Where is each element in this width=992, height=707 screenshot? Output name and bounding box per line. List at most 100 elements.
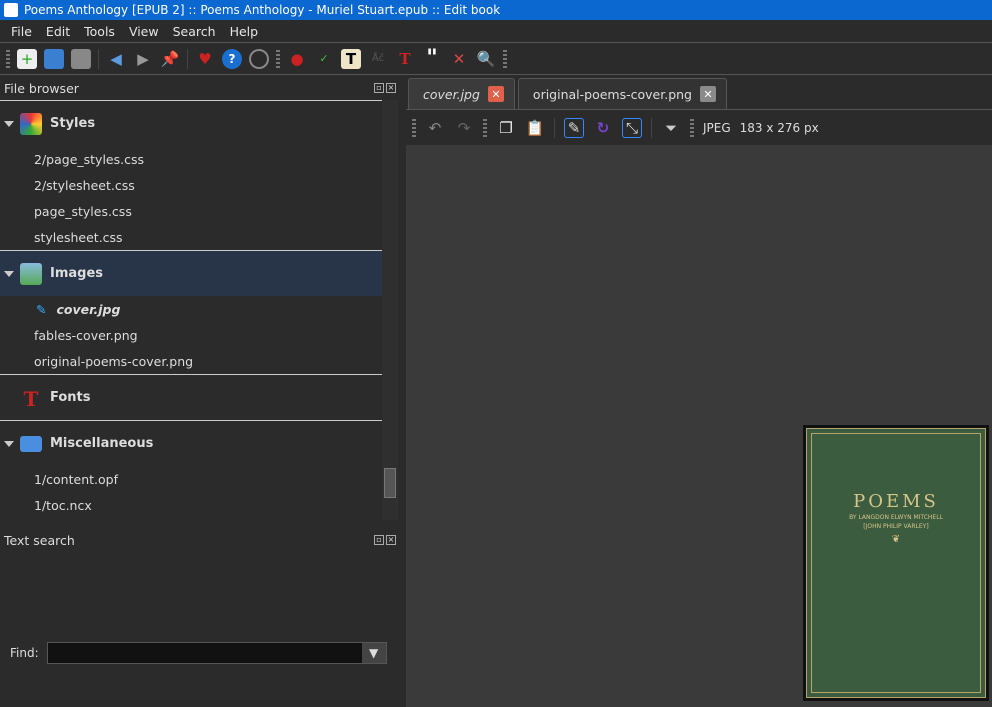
group-styles[interactable]: Styles: [0, 100, 382, 146]
toolbar-grip[interactable]: [6, 49, 10, 68]
expand-icon[interactable]: [4, 270, 14, 277]
main-toolbar: + ◀ ▶ 📌 ♥ ? ● ✓ T Åč T " ✕ 🔍: [0, 42, 992, 75]
check-book-icon[interactable]: ●: [287, 49, 307, 69]
transliterate-icon[interactable]: Åč: [368, 49, 388, 69]
item-label: cover.jpg: [56, 301, 121, 317]
title-bar: Poems Anthology [EPUB 2] :: Poems Anthol…: [0, 0, 992, 20]
separator: [98, 48, 99, 69]
close-icon[interactable]: ✕: [487, 86, 504, 102]
pencil-icon: ✎: [36, 301, 47, 317]
separator: [187, 48, 188, 69]
group-fonts[interactable]: T Fonts: [0, 374, 382, 420]
menu-bar: File Edit Tools View Search Help: [0, 20, 992, 42]
resize-icon[interactable]: ⤡: [622, 118, 642, 138]
list-item[interactable]: 1/content.opf: [0, 466, 382, 492]
filter-icon[interactable]: ⏷: [661, 118, 681, 138]
list-item[interactable]: 2/stylesheet.css: [0, 172, 382, 198]
copy-icon[interactable]: ❐: [496, 118, 516, 138]
checkpoint-icon[interactable]: 📌: [160, 49, 180, 69]
close-icon[interactable]: ✕: [700, 86, 716, 102]
text-icon[interactable]: T: [341, 48, 361, 69]
scrollbar[interactable]: [382, 100, 398, 520]
list-item[interactable]: stylesheet.css: [0, 224, 382, 250]
spellcheck-icon[interactable]: ✓: [314, 49, 334, 69]
panel-title: File browser: [4, 80, 79, 96]
toolbar-grip[interactable]: [690, 119, 694, 137]
quote-icon[interactable]: ": [422, 46, 442, 71]
menu-help[interactable]: Help: [223, 24, 266, 39]
file-tree: Styles 2/page_styles.css 2/stylesheet.cs…: [0, 100, 382, 520]
list-item[interactable]: 2/page_styles.css: [0, 146, 382, 172]
remove-unused-icon[interactable]: ✕: [449, 49, 469, 69]
float-icon[interactable]: ▫: [374, 83, 384, 93]
rotate-icon[interactable]: ↻: [593, 118, 613, 138]
close-icon[interactable]: ×: [386, 83, 396, 93]
toolbar-grip[interactable]: [412, 119, 416, 137]
image-toolbar: ↶ ↷ ❐ 📋 ✎ ↻ ⤡ ⏷ JPEG 183 x 276 px: [406, 114, 992, 142]
list-item[interactable]: 1/toc.ncx: [0, 492, 382, 518]
menu-edit[interactable]: Edit: [39, 24, 77, 39]
group-images[interactable]: Images: [0, 250, 382, 296]
app-icon: [4, 3, 18, 17]
save-icon[interactable]: [71, 48, 91, 69]
panel-title: Text search: [4, 532, 75, 548]
tab-original-poems-cover[interactable]: original-poems-cover.png ✕: [517, 78, 727, 109]
menu-tools[interactable]: Tools: [77, 24, 122, 39]
group-label: Miscellaneous: [50, 436, 154, 451]
chevron-down-icon[interactable]: ▼: [361, 643, 386, 663]
styles-icon: [20, 112, 42, 135]
back-icon[interactable]: ◀: [106, 49, 126, 69]
menu-file[interactable]: File: [4, 24, 39, 39]
tab-bar: cover.jpg ✕ original-poems-cover.png ✕: [406, 78, 992, 110]
separator: [554, 118, 555, 138]
help-icon[interactable]: ?: [222, 48, 242, 69]
cover-pseudonym: [JOHN PHILIP VARLEY]: [863, 523, 929, 530]
window-title: Poems Anthology [EPUB 2] :: Poems Anthol…: [24, 3, 501, 17]
list-item[interactable]: fables-cover.png: [0, 322, 382, 348]
find-label: Find:: [10, 646, 39, 660]
new-file-icon[interactable]: +: [17, 48, 37, 69]
cover-author: BY LANGDON ELWYN MITCHELL: [849, 514, 943, 521]
reports-icon[interactable]: 🔍: [476, 49, 496, 69]
expand-icon[interactable]: [4, 440, 14, 447]
fonts-icon[interactable]: T: [395, 49, 415, 69]
file-browser-panel: File browser ▫ × Styles 2/page_styles.css …: [0, 78, 400, 522]
toolbar-grip[interactable]: [503, 49, 507, 68]
toolbar-grip[interactable]: [276, 49, 280, 68]
image-format: JPEG: [703, 121, 731, 135]
menu-search[interactable]: Search: [166, 24, 223, 39]
separator: [651, 118, 652, 138]
undo-icon[interactable]: ↶: [425, 118, 445, 138]
trim-icon[interactable]: ✎: [564, 118, 584, 138]
import-icon[interactable]: [44, 48, 64, 69]
fonts-group-icon: T: [23, 386, 39, 411]
scroll-thumb[interactable]: [384, 468, 396, 498]
preferences-icon[interactable]: [249, 48, 269, 69]
close-icon[interactable]: ×: [386, 535, 396, 545]
cover-title: POEMS: [853, 491, 939, 512]
group-label: Images: [50, 266, 104, 281]
list-item-current[interactable]: ✎ cover.jpg: [0, 296, 382, 322]
float-icon[interactable]: ▫: [374, 535, 384, 545]
group-label: Fonts: [50, 390, 91, 405]
toolbar-grip[interactable]: [483, 119, 487, 137]
menu-view[interactable]: View: [122, 24, 166, 39]
folder-icon: [20, 435, 42, 452]
find-input[interactable]: ▼: [46, 642, 387, 664]
list-item[interactable]: page_styles.css: [0, 198, 382, 224]
find-row: Find: ▼: [10, 642, 387, 664]
cover-image: POEMS BY LANGDON ELWYN MITCHELL [JOHN PH…: [803, 425, 989, 701]
expand-icon[interactable]: [4, 120, 14, 127]
ornament-icon: ❦: [891, 534, 901, 545]
text-search-panel: Text search ▫ × Find: ▼: [0, 530, 400, 707]
group-misc[interactable]: Miscellaneous: [0, 420, 382, 466]
tab-cover-jpg[interactable]: cover.jpg ✕: [408, 78, 515, 109]
tab-label: cover.jpg: [423, 86, 480, 102]
donate-heart-icon[interactable]: ♥: [195, 49, 215, 69]
image-size: 183 x 276 px: [739, 121, 819, 135]
forward-icon[interactable]: ▶: [133, 49, 153, 69]
images-icon: [20, 262, 42, 285]
paste-icon[interactable]: 📋: [525, 118, 545, 138]
list-item[interactable]: original-poems-cover.png: [0, 348, 382, 374]
redo-icon[interactable]: ↷: [454, 118, 474, 138]
